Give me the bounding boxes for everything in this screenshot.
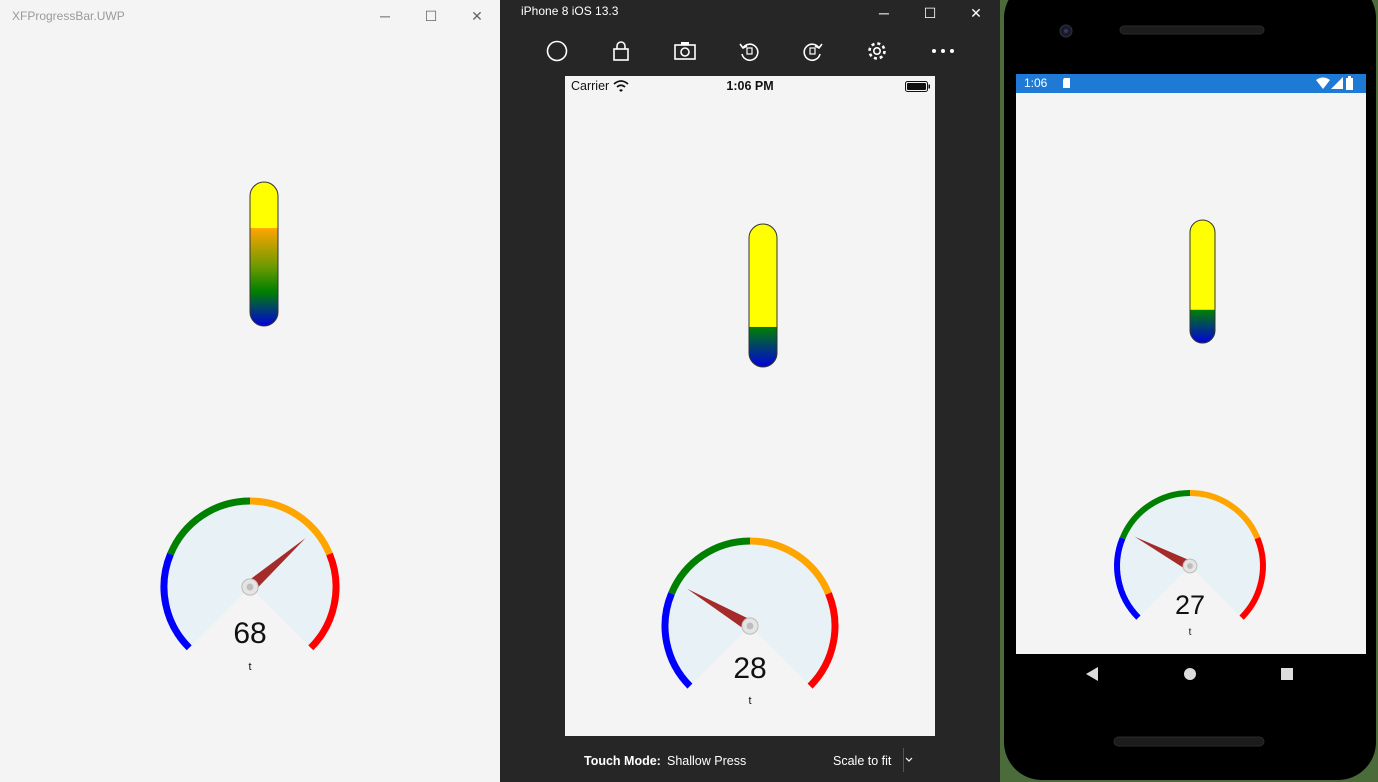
touch-mode-label: Touch Mode:: [584, 754, 661, 768]
gauge-label: t: [248, 661, 252, 673]
home-icon[interactable]: [1184, 668, 1196, 680]
gauge-hub-center: [246, 583, 254, 591]
vertical-progress-bar: [748, 223, 778, 368]
back-icon[interactable]: [1086, 667, 1098, 681]
gauge-hub-center: [746, 622, 754, 630]
progress-fill: [1190, 309, 1215, 343]
vertical-progress-bar: [249, 181, 279, 327]
vertical-progress-bar: [1189, 219, 1216, 344]
recents-icon[interactable]: [1281, 668, 1293, 680]
android-canvas: [1086, 219, 1293, 681]
divider: [903, 748, 904, 772]
touch-mode-value[interactable]: Shallow Press: [667, 754, 746, 768]
uwp-window: XFProgressBar.UWP ─ ☐ ✕ 68 t: [0, 0, 500, 782]
scale-dropdown[interactable]: Scale to fit: [833, 754, 891, 768]
gauge-value: 27: [1174, 590, 1206, 620]
chevron-down-icon[interactable]: [905, 757, 913, 763]
gauge-label: t: [1188, 627, 1192, 638]
gauge-value: 28: [733, 652, 767, 685]
progress-fill: [749, 326, 777, 367]
ios-simulator-window: iPhone 8 iOS 13.3 ─ ☐ ✕ Carrier 1:06 PM: [500, 0, 1000, 782]
gauge-value: 68: [233, 617, 267, 650]
progress-fill: [250, 228, 278, 326]
gauge-label: t: [748, 695, 752, 707]
gauge-hub-center: [1187, 563, 1193, 569]
